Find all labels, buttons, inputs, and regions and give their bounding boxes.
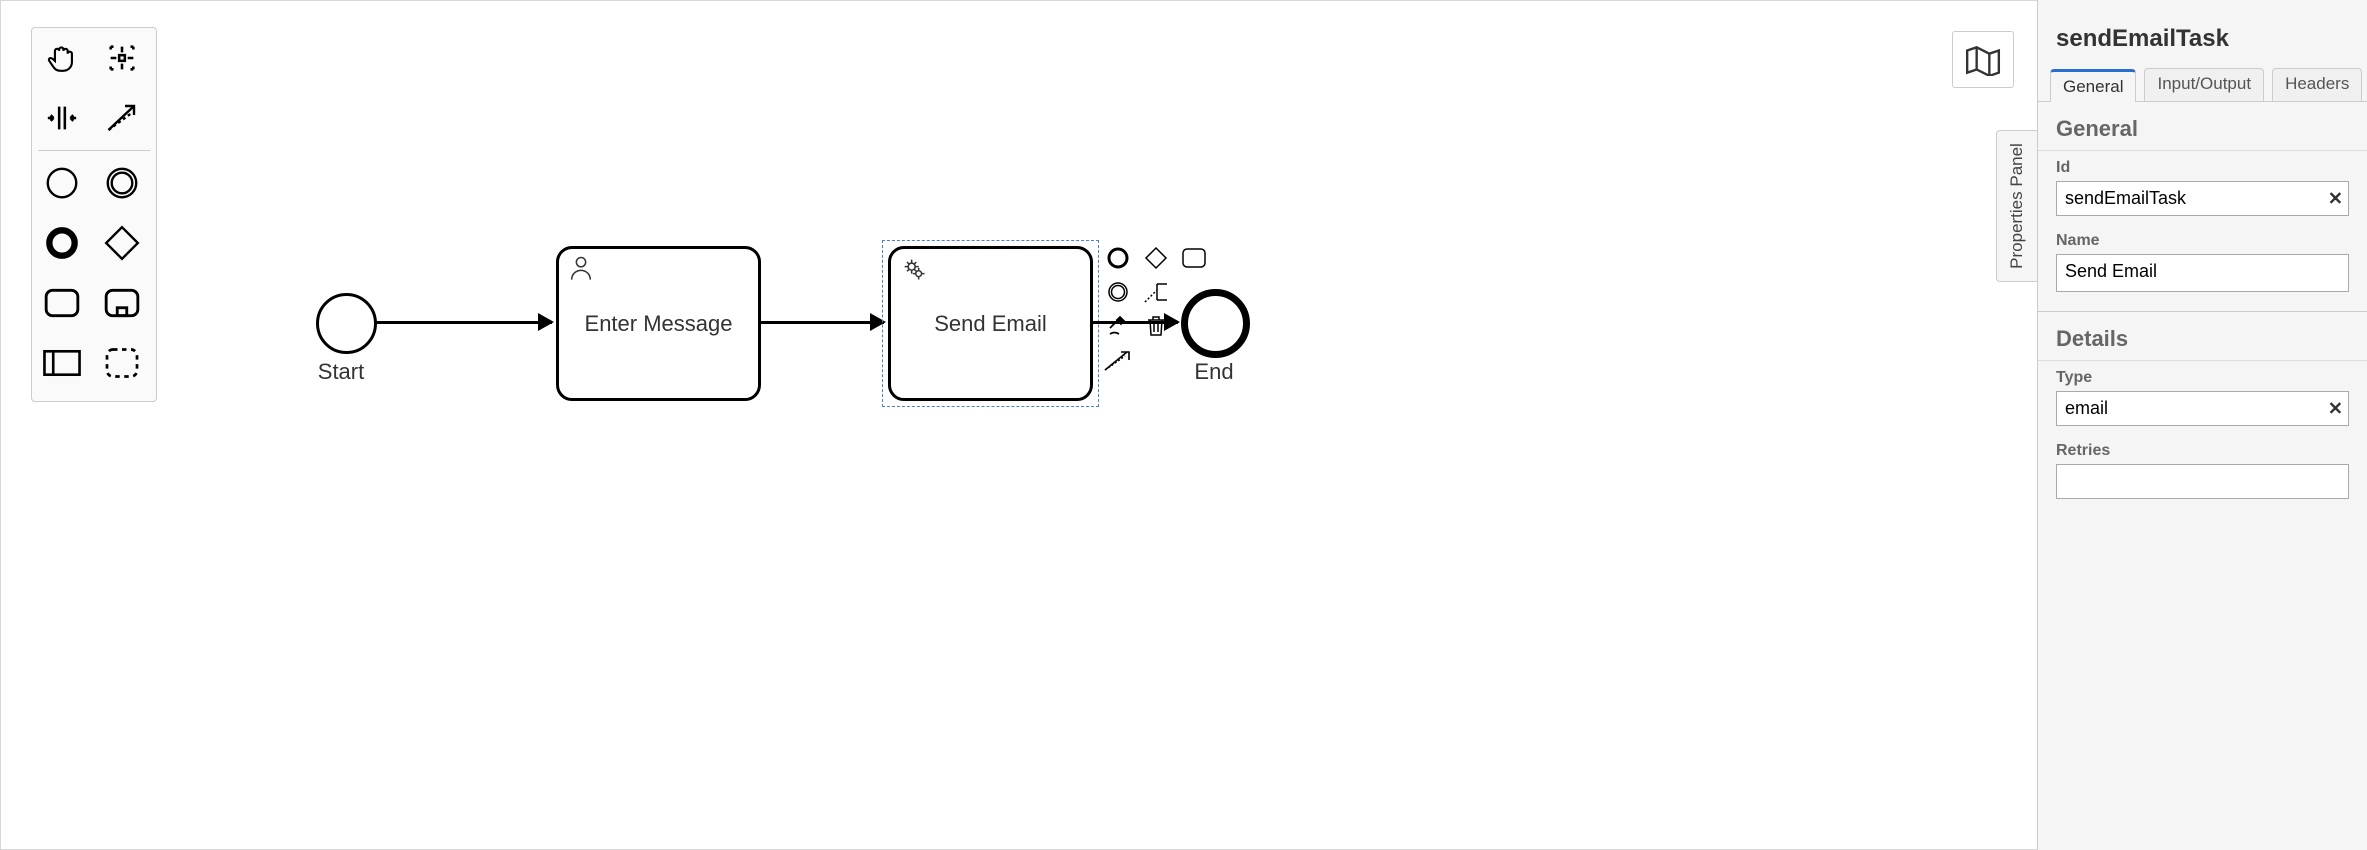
type-input[interactable] — [2056, 391, 2349, 426]
sequence-flow-1[interactable] — [374, 321, 552, 324]
create-end-event[interactable] — [32, 213, 92, 273]
append-end-event[interactable] — [1101, 243, 1135, 273]
tab-input-output[interactable]: Input/Output — [2144, 68, 2264, 101]
process-diagram: Start Enter Message Send Email — [201, 151, 1601, 551]
append-annotation[interactable] — [1139, 277, 1173, 307]
create-intermediate-event[interactable] — [92, 153, 152, 213]
space-tool[interactable] — [32, 88, 92, 148]
create-group[interactable] — [92, 333, 152, 393]
properties-panel-toggle[interactable]: Properties Panel — [1996, 130, 2037, 282]
id-label: Id — [2056, 159, 2349, 177]
palette-separator — [38, 150, 150, 151]
name-label: Name — [2056, 232, 2349, 250]
minimap-toggle[interactable] — [1952, 31, 2014, 88]
change-type[interactable] — [1101, 311, 1135, 341]
type-clear-icon[interactable]: ✕ — [2328, 398, 2343, 419]
properties-tabs: General Input/Output Headers — [2038, 68, 2367, 102]
hand-tool[interactable] — [32, 28, 92, 88]
append-intermediate-event[interactable] — [1101, 277, 1135, 307]
id-input[interactable] — [2056, 181, 2349, 216]
global-connect-tool[interactable] — [92, 88, 152, 148]
field-retries: Retries — [2038, 434, 2367, 507]
create-start-event[interactable] — [32, 153, 92, 213]
create-expanded-subprocess[interactable] — [92, 273, 152, 333]
connect-tool[interactable] — [1101, 345, 1135, 375]
canvas[interactable]: Start Enter Message Send Email — [0, 0, 2367, 850]
task2-label: Send Email — [934, 311, 1047, 337]
delete-element-icon[interactable] — [1139, 311, 1173, 341]
lasso-tool[interactable] — [92, 28, 152, 88]
bpmn-modeler: Start Enter Message Send Email — [0, 0, 2367, 850]
properties-title: sendEmailTask — [2038, 0, 2367, 68]
start-event-label: Start — [291, 359, 391, 385]
retries-input[interactable] — [2056, 464, 2349, 499]
properties-panel: sendEmailTask General Input/Output Heade… — [2037, 0, 2367, 850]
user-task-icon — [567, 255, 595, 287]
append-gateway[interactable] — [1139, 243, 1173, 273]
id-clear-icon[interactable]: ✕ — [2328, 188, 2343, 209]
create-participant[interactable] — [32, 333, 92, 393]
field-name: Name — [2038, 224, 2367, 305]
tab-general[interactable]: General — [2050, 69, 2136, 102]
type-label: Type — [2056, 369, 2349, 387]
context-pad — [1101, 243, 1261, 379]
service-task-icon — [899, 255, 929, 289]
append-task[interactable] — [1177, 243, 1211, 273]
create-gateway[interactable] — [92, 213, 152, 273]
retries-label: Retries — [2056, 442, 2349, 460]
task1-label: Enter Message — [585, 311, 733, 337]
task-send-email[interactable]: Send Email — [888, 246, 1093, 401]
field-type: Type ✕ — [2038, 361, 2367, 434]
section-details-header: Details — [2038, 312, 2367, 361]
field-id: Id ✕ — [2038, 151, 2367, 224]
properties-panel-toggle-label: Properties Panel — [2007, 143, 2027, 269]
tab-headers[interactable]: Headers — [2272, 68, 2362, 101]
sequence-flow-2[interactable] — [761, 321, 884, 324]
create-task[interactable] — [32, 273, 92, 333]
palette — [31, 27, 157, 402]
start-event[interactable] — [316, 293, 377, 354]
section-general-header: General — [2038, 102, 2367, 151]
name-input[interactable] — [2056, 254, 2349, 292]
task-enter-message[interactable]: Enter Message — [556, 246, 761, 401]
